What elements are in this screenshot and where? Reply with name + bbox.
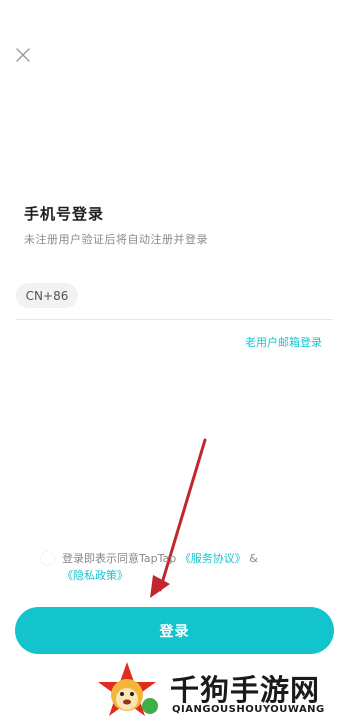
agreement-text: 登录即表示同意TapTap 《服务协议》 & 《隐私政策》 <box>62 550 327 584</box>
page-subtitle: 未注册用户验证后将自动注册并登录 <box>24 233 208 246</box>
service-agreement-link[interactable]: 《服务协议》 <box>180 552 246 565</box>
watermark-subtitle: QIANGOUSHOUYOUWANG <box>172 704 325 715</box>
agreement-prefix: 登录即表示同意TapTap <box>62 552 180 565</box>
watermark-dog-logo-icon <box>98 662 158 716</box>
agreement-connector: & <box>245 552 258 565</box>
close-button[interactable] <box>12 44 34 66</box>
agreement-checkbox[interactable] <box>40 551 55 566</box>
privacy-policy-link[interactable]: 《隐私政策》 <box>62 569 128 582</box>
phone-input[interactable] <box>88 281 332 312</box>
input-divider <box>16 319 333 320</box>
country-code-selector[interactable]: CN+86 <box>16 283 78 308</box>
watermark-title: 千狗手游网 <box>170 673 321 707</box>
close-icon <box>16 48 30 62</box>
email-login-link[interactable]: 老用户邮箱登录 <box>245 334 322 350</box>
login-button[interactable]: 登录 <box>15 607 334 654</box>
page-title: 手机号登录 <box>24 205 105 223</box>
